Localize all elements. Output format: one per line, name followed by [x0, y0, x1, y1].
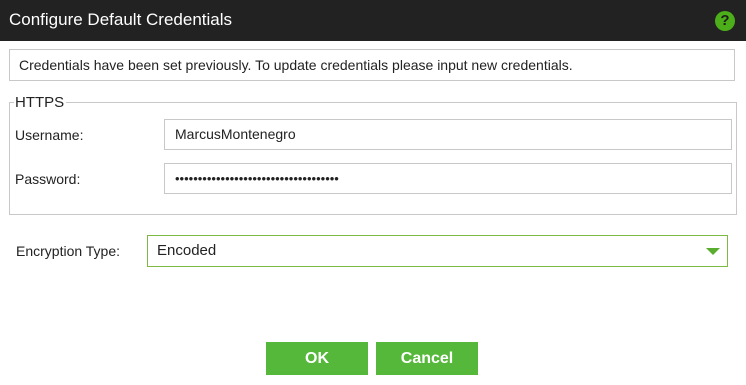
encryption-type-label: Encryption Type:: [16, 243, 121, 259]
dialog-titlebar: Configure Default Credentials ?: [0, 0, 746, 41]
encryption-type-value: Encoded: [157, 242, 217, 259]
ok-button[interactable]: OK: [266, 342, 368, 375]
dialog-title: Configure Default Credentials: [9, 10, 233, 29]
chevron-down-icon[interactable]: [706, 248, 720, 255]
password-label: Password:: [15, 171, 81, 187]
info-message: Credentials have been set previously. To…: [9, 49, 735, 81]
username-field[interactable]: MarcusMontenegro: [164, 119, 732, 150]
help-icon[interactable]: ?: [715, 11, 735, 31]
cancel-button[interactable]: Cancel: [376, 342, 478, 375]
https-legend: HTTPS: [14, 94, 67, 112]
password-field[interactable]: ••••••••••••••••••••••••••••••••••••: [164, 163, 732, 194]
username-label: Username:: [15, 127, 84, 143]
encryption-type-select[interactable]: Encoded: [147, 235, 728, 267]
